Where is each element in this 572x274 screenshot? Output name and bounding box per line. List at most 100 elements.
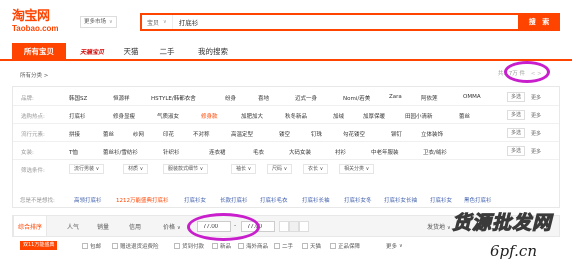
brand-item[interactable]: 喜地 — [258, 94, 269, 102]
checkbox-secondhand[interactable]: 二手 — [274, 242, 293, 250]
women-item[interactable]: 毛衣 — [253, 148, 264, 156]
sort-credit[interactable]: 信用 — [129, 222, 141, 231]
promo-badge[interactable]: 双11万能盛典 — [20, 241, 58, 250]
more-market-dropdown[interactable]: 更多市场 ∨ — [80, 16, 117, 28]
checkbox-tmall[interactable]: 天猫 — [302, 242, 321, 250]
element-item[interactable]: 纱网 — [133, 130, 144, 138]
women-item[interactable]: 中老年服装 — [371, 148, 399, 156]
multi-select-button[interactable]: 多选 — [507, 92, 526, 102]
element-item[interactable]: 高温定型 — [231, 130, 253, 138]
element-item[interactable]: 钉珠 — [311, 130, 322, 138]
checkbox[interactable] — [302, 243, 308, 249]
tab-my-search[interactable]: 我的搜索 — [192, 43, 234, 59]
tmall-treasure-logo[interactable]: 天猫宝贝 — [72, 43, 112, 59]
women-item[interactable]: 针织衫 — [163, 148, 180, 156]
brand-item[interactable]: HSTYLE/韩都衣舍 — [151, 94, 196, 102]
view-toggle[interactable] — [279, 221, 289, 232]
brand-item[interactable]: 恒源祥 — [113, 94, 130, 102]
suggestion-link[interactable]: 黑色打底衫 — [464, 196, 492, 204]
suggestion-link[interactable]: 打底衫女 — [430, 196, 452, 204]
suggestion-link[interactable]: 长款打底衫 — [220, 196, 248, 204]
ship-from-dropdown[interactable]: 发货地 ∨ — [427, 222, 451, 231]
women-item[interactable]: 衬衫 — [335, 148, 346, 156]
element-item[interactable]: 镂空 — [279, 130, 290, 138]
more-button[interactable]: 更多 — [531, 130, 541, 137]
hot-item[interactable]: 加厚保暖 — [363, 112, 385, 120]
checkbox[interactable] — [238, 243, 244, 249]
tab-tmall[interactable]: 天猫 — [116, 43, 146, 59]
multi-select-button[interactable]: 多选 — [507, 110, 526, 120]
more-button[interactable]: 更多 — [531, 112, 541, 119]
suggestion-link[interactable]: 1212万能盛典打底衫 — [116, 196, 169, 204]
checkbox[interactable] — [112, 243, 118, 249]
view-toggle[interactable] — [299, 221, 309, 232]
sort-popularity[interactable]: 人气 — [67, 222, 79, 231]
brand-item[interactable]: 阿依莲 — [421, 94, 438, 102]
sort-sales[interactable]: 销量 — [97, 222, 109, 231]
multi-select-button[interactable]: 多选 — [507, 146, 526, 156]
hot-item[interactable]: 打底衫 — [69, 112, 86, 120]
more-button[interactable]: 更多 — [531, 148, 541, 155]
suggestion-link[interactable]: 打底衫女 — [184, 196, 206, 204]
brand-item[interactable]: Nomi/若美 — [343, 94, 370, 102]
filter-dropdown[interactable]: 袖长 ∨ — [231, 164, 257, 174]
more-button[interactable]: 更多 — [531, 94, 541, 101]
brand-item[interactable]: Zara — [389, 94, 402, 100]
filter-dropdown[interactable]: 衣长 ∨ — [303, 164, 329, 174]
more-services[interactable]: 更多 ∨ — [386, 242, 403, 250]
checkbox-overseas[interactable]: 海外商品 — [238, 242, 268, 250]
hot-item[interactable]: 加绒 — [333, 112, 344, 120]
hot-item[interactable]: 加肥加大 — [241, 112, 263, 120]
element-item[interactable]: 勾花镂空 — [343, 130, 365, 138]
filter-dropdown[interactable]: 服装款式细节 ∨ — [163, 164, 209, 174]
suggestion-link[interactable]: 打底衫长袖 — [302, 196, 330, 204]
multi-select-button[interactable]: 多选 — [507, 128, 526, 138]
suggestion-link[interactable]: 高领打底衫 — [74, 196, 102, 204]
search-button[interactable]: 搜 索 — [520, 13, 560, 31]
checkbox[interactable] — [82, 243, 88, 249]
checkbox-return-insurance[interactable]: 赠送退货运费险 — [112, 242, 159, 250]
sort-default[interactable]: 综合排序 — [13, 216, 48, 236]
element-item[interactable]: 立体装饰 — [421, 130, 443, 138]
brand-item[interactable]: 迈式一身 — [295, 94, 317, 102]
element-item[interactable]: 拼接 — [69, 130, 80, 138]
filter-dropdown[interactable]: 相关分类 ∨ — [339, 164, 375, 174]
element-item[interactable]: 不对称 — [193, 130, 210, 138]
checkbox-free-shipping[interactable]: 包邮 — [82, 242, 101, 250]
brand-item[interactable]: OMMA — [463, 94, 481, 100]
women-item[interactable]: 蕾丝衫/雪纺衫 — [103, 148, 138, 156]
checkbox[interactable] — [330, 243, 336, 249]
element-item[interactable]: 印花 — [163, 130, 174, 138]
element-item[interactable]: 铆钉 — [391, 130, 402, 138]
suggestion-link[interactable]: 打底衫女长袖 — [384, 196, 417, 204]
checkbox-genuine[interactable]: 正品保障 — [330, 242, 360, 250]
sort-price[interactable]: 价格 ∨ — [163, 222, 181, 231]
brand-item[interactable]: 韩国SZ — [69, 94, 87, 102]
hot-item[interactable]: 蕾丝 — [459, 112, 470, 120]
checkbox[interactable] — [174, 243, 180, 249]
filter-dropdown[interactable]: 材质 ∨ — [123, 164, 149, 174]
checkbox[interactable] — [212, 243, 218, 249]
breadcrumb[interactable]: 所有分类 > — [20, 71, 48, 79]
tab-secondhand[interactable]: 二手 — [152, 43, 182, 59]
checkbox[interactable] — [274, 243, 280, 249]
search-scope-dropdown[interactable]: 宝贝 ∨ — [142, 15, 173, 29]
women-item[interactable]: 卫衣/绒衫 — [423, 148, 447, 156]
view-toggle[interactable] — [289, 221, 299, 232]
checkbox-cod[interactable]: 货到付款 — [174, 242, 204, 250]
women-item[interactable]: T恤 — [69, 148, 78, 156]
brand-item[interactable]: 纷身 — [225, 94, 236, 102]
tab-all-items[interactable]: 所有宝贝 — [12, 43, 66, 59]
filter-dropdown[interactable]: 尺码 ∨ — [267, 164, 293, 174]
element-item[interactable]: 蕾丝 — [103, 130, 114, 138]
hot-item[interactable]: 田园小清新 — [405, 112, 433, 120]
hot-item[interactable]: 修身显瘦 — [113, 112, 135, 120]
hot-item-selected[interactable]: 修身款 — [201, 112, 218, 120]
suggestion-link[interactable]: 打底衫女冬 — [344, 196, 372, 204]
women-item[interactable]: 连衣裙 — [209, 148, 226, 156]
hot-item[interactable]: 秋冬新品 — [285, 112, 307, 120]
search-input[interactable] — [172, 15, 518, 29]
women-item[interactable]: 大码女装 — [289, 148, 311, 156]
suggestion-link[interactable]: 打底衫毛衣 — [260, 196, 288, 204]
taobao-logo[interactable]: 淘宝网 Taobao.com — [12, 10, 74, 36]
